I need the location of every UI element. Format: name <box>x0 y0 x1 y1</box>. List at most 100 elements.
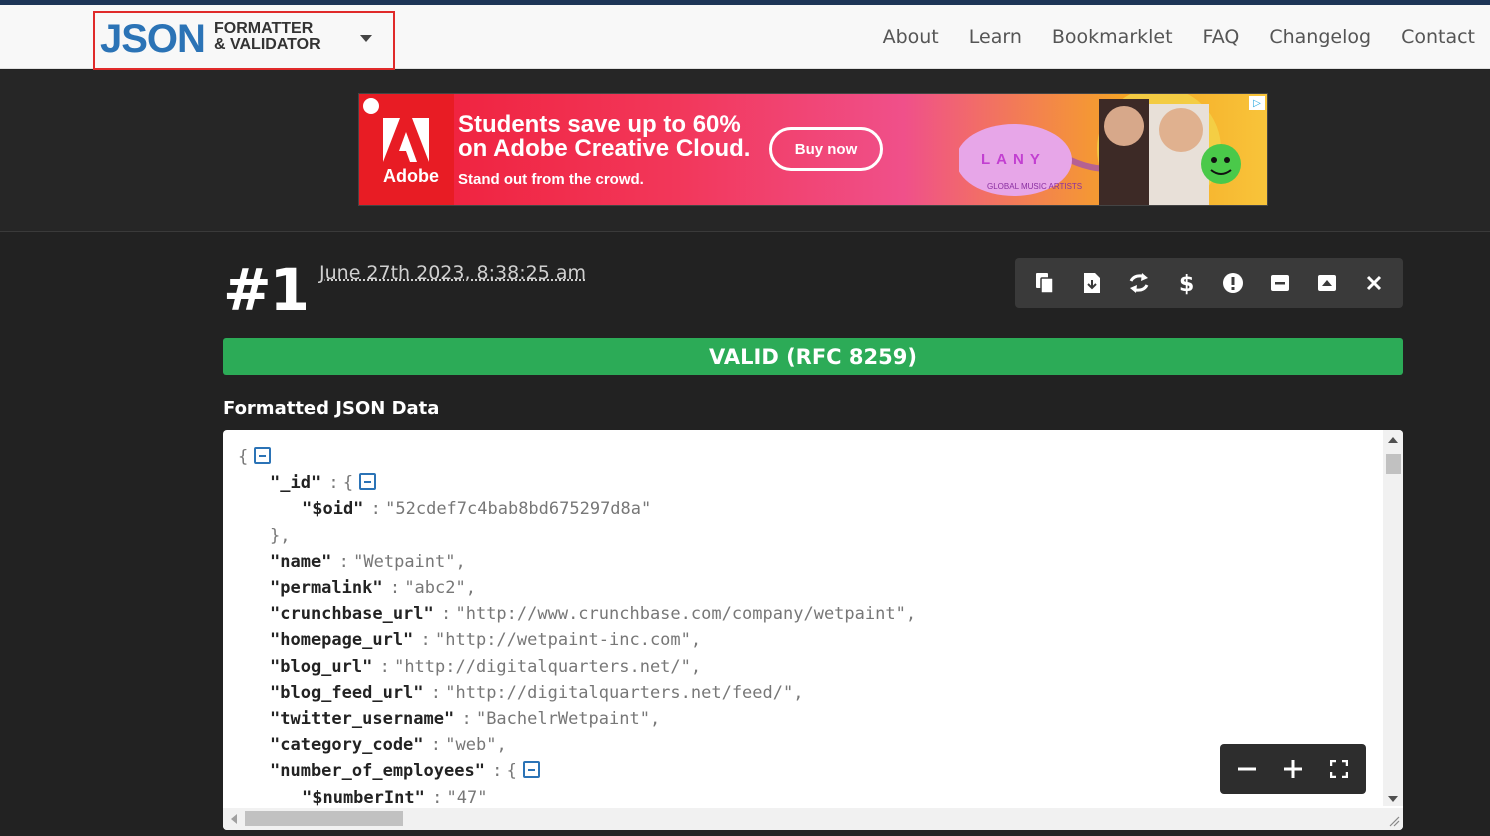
json-line: "twitter_username" : "BachelrWetpaint", <box>270 709 661 730</box>
fullscreen-icon <box>1330 760 1348 778</box>
nav-links: About Learn Bookmarklet FAQ Changelog Co… <box>853 5 1475 69</box>
scroll-left-icon[interactable] <box>231 814 237 824</box>
logo-dropdown[interactable]: JSON FORMATTER & VALIDATOR <box>93 11 395 70</box>
nav-faq[interactable]: FAQ <box>1203 26 1240 48</box>
json-value: "47" <box>446 787 488 808</box>
donate-button[interactable]: $ <box>1167 264 1205 302</box>
json-key: "$oid" <box>302 499 364 520</box>
json-key: "blog_url" <box>270 656 373 677</box>
logo-line1: FORMATTER <box>214 20 314 37</box>
scroll-down-icon[interactable] <box>1388 796 1398 802</box>
json-key: "number_of_employees" <box>270 761 485 782</box>
json-line: "crunchbase_url" : "http://www.crunchbas… <box>270 604 917 625</box>
ad-artist-name: LANY <box>981 151 1046 168</box>
refresh-icon <box>1129 273 1148 293</box>
horizontal-scrollbar[interactable] <box>223 808 1403 830</box>
nav-bookmarklet[interactable]: Bookmarklet <box>1052 26 1173 48</box>
fold-toggle-icon[interactable] <box>254 447 272 464</box>
vertical-scrollbar[interactable] <box>1383 430 1403 806</box>
scroll-up-icon[interactable] <box>1388 437 1398 443</box>
copy-button[interactable] <box>1026 264 1064 302</box>
json-punct: { <box>238 447 249 467</box>
json-key: "blog_feed_url" <box>270 682 424 703</box>
json-key: "permalink" <box>270 578 383 599</box>
ad-artist-sub: GLOBAL MUSIC ARTISTS <box>987 182 1082 191</box>
zoom-controls <box>1220 744 1366 794</box>
validation-status-bar: VALID (RFC 8259) <box>223 338 1403 375</box>
report-button[interactable] <box>1214 264 1252 302</box>
nav-about[interactable]: About <box>883 26 939 48</box>
adobe-a-icon <box>383 118 429 162</box>
logo-subtitle: FORMATTER & VALIDATOR <box>214 21 321 53</box>
json-value: "http://digitalquarters.net/feed/" <box>445 682 794 703</box>
expand-icon <box>1317 275 1336 291</box>
download-icon <box>1083 273 1100 293</box>
zoom-in-button[interactable] <box>1274 750 1312 788</box>
json-key: "_id" <box>270 473 322 494</box>
vertical-scroll-thumb[interactable] <box>1386 454 1401 474</box>
close-icon <box>1366 275 1381 291</box>
json-line: "$oid" : "52cdef7c4bab8bd675297d8a" <box>302 499 652 520</box>
json-key: "$numberInt" <box>302 787 425 808</box>
nav-changelog[interactable]: Changelog <box>1269 26 1371 48</box>
json-line: { <box>238 444 916 470</box>
json-key: "twitter_username" <box>270 709 455 730</box>
zoom-out-icon <box>1238 767 1256 771</box>
json-value: "http://digitalquarters.net/" <box>394 656 691 677</box>
ad-banner[interactable]: Adobe Students save up to 60% on Adobe C… <box>358 93 1268 206</box>
ad-tagline: Stand out from the crowd. <box>458 171 644 188</box>
close-button[interactable] <box>1355 264 1393 302</box>
fold-toggle-icon[interactable] <box>522 761 540 779</box>
fullscreen-button[interactable] <box>1320 750 1358 788</box>
json-line: "blog_feed_url" : "http://digitalquarter… <box>270 682 804 703</box>
logo-line2: & VALIDATOR <box>214 36 321 53</box>
json-viewer[interactable]: { "_id" : { "$oid" : "52cdef7c4bab8bd67529… <box>223 430 1403 830</box>
json-key: "category_code" <box>270 735 424 756</box>
nav-contact[interactable]: Contact <box>1401 26 1475 48</box>
expand-button[interactable] <box>1308 264 1346 302</box>
ad-band: Adobe Students save up to 60% on Adobe C… <box>0 70 1490 232</box>
horizontal-scroll-thumb[interactable] <box>245 811 403 826</box>
json-code: { "_id" : { "$oid" : "52cdef7c4bab8bd67529… <box>238 444 916 811</box>
ad-artwork-image: LANY GLOBAL MUSIC ARTISTS <box>959 94 1241 205</box>
alert-icon <box>1222 273 1243 293</box>
zoom-out-button[interactable] <box>1228 750 1266 788</box>
json-punct: }, <box>270 525 291 546</box>
json-key: "homepage_url" <box>270 630 414 651</box>
copy-icon <box>1035 273 1054 294</box>
json-value: "BachelrWetpaint" <box>475 709 650 730</box>
ad-adobe-logo: Adobe <box>359 94 454 205</box>
ad-info-icon[interactable]: ▷ <box>1249 96 1265 110</box>
json-line: "permalink" : "abc2", <box>270 578 476 599</box>
json-value: "abc2" <box>404 578 466 599</box>
navbar: JSON FORMATTER & VALIDATOR About Learn B… <box>0 5 1490 70</box>
section-title: Formatted JSON Data <box>223 398 440 419</box>
json-key: "crunchbase_url" <box>270 604 434 625</box>
json-line: "blog_url" : "http://digitalquarters.net… <box>270 656 702 677</box>
json-value: "Wetpaint" <box>353 551 456 572</box>
ad-buy-now-button[interactable]: Buy now <box>769 127 883 171</box>
json-line: }, <box>238 523 916 549</box>
download-button[interactable] <box>1073 264 1111 302</box>
ad-brand: Adobe <box>383 166 439 186</box>
json-value: "52cdef7c4bab8bd675297d8a" <box>385 499 652 520</box>
zoom-in-icon <box>1284 760 1302 778</box>
collapse-icon <box>1270 275 1289 291</box>
collapse-button[interactable] <box>1261 264 1299 302</box>
caret-down-icon[interactable] <box>360 35 372 42</box>
json-value: "http://www.crunchbase.com/company/wetpa… <box>455 604 906 625</box>
entry-number: #1 <box>223 256 310 324</box>
dollar-icon: $ <box>1179 272 1194 295</box>
fold-toggle-icon[interactable] <box>359 473 377 491</box>
svg-text:$: $ <box>1179 272 1194 295</box>
result-toolbar: $ <box>1015 258 1403 308</box>
refresh-button[interactable] <box>1120 264 1158 302</box>
resize-handle-icon[interactable] <box>1388 815 1400 827</box>
json-line: "homepage_url" : "http://wetpaint-inc.co… <box>270 630 702 651</box>
shield-icon <box>363 98 379 114</box>
nav-learn[interactable]: Learn <box>969 26 1022 48</box>
json-line: "_id" : { <box>238 470 916 496</box>
json-line: "number_of_employees" : { <box>238 758 916 784</box>
json-line: "$numberInt" : "47" <box>302 787 488 808</box>
json-line: "name" : "Wetpaint", <box>270 551 466 572</box>
